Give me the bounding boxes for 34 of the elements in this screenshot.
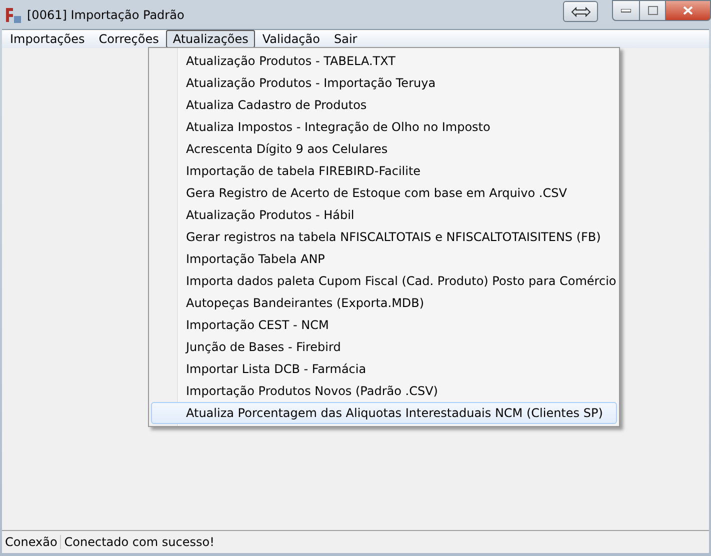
menu-item[interactable]: Atualização Produtos - Importação Teruya [151,72,617,94]
menu-item[interactable]: Acrescenta Dígito 9 aos Celulares [151,138,617,160]
menu-item[interactable]: Atualiza Impostos - Integração de Olho no Imposto [151,116,617,138]
close-button[interactable] [666,0,711,21]
menu-item[interactable]: Atualizações [166,30,256,48]
minimize-icon [621,8,631,12]
app-icon [4,6,22,24]
menu-item[interactable]: Importa dados paleta Cupom Fiscal (Cad. Produto) Posto para Comércio [151,270,617,292]
menu-item[interactable]: Importação CEST - NCM [151,314,617,336]
maximize-button[interactable] [640,0,666,21]
menu-item[interactable]: Importação Tabela ANP [151,248,617,270]
menu-item[interactable]: Correções [92,30,166,48]
status-text: Conectado com sucesso! [63,535,216,549]
menu-item[interactable]: Atualização Produtos - TABELA.TXT [151,50,617,72]
menu-item[interactable]: Gerar registros na tabela NFISCALTOTAIS e NFISCALTOTAISITENS (FB) [151,226,617,248]
close-icon [683,6,693,15]
menu-item[interactable]: Validação [255,30,327,48]
status-label: Conexão [2,535,62,549]
double-arrow-icon [570,6,590,16]
menu-item[interactable]: Atualização Produtos - Hábil [151,204,617,226]
menu-item[interactable]: Importar Lista DCB - Farmácia [151,358,617,380]
menu-item[interactable]: Atualiza Porcentagem das Aliquotas Interestaduais NCM (Clientes SP) [151,402,617,424]
menu-item[interactable]: Importações [3,30,92,48]
menu-item[interactable]: Autopeças Bandeirantes (Exporta.MDB) [151,292,617,314]
menu-item[interactable]: Atualiza Cadastro de Produtos [151,94,617,116]
menu-item[interactable]: Importação de tabela FIREBIRD-Facilite [151,160,617,182]
minimize-button[interactable] [612,0,640,21]
menu-item[interactable]: Sair [326,30,364,48]
swap-button[interactable] [563,1,598,22]
window-title: [0061] Importação Padrão [27,8,184,22]
menu-item[interactable]: Gera Registro de Acerto de Estoque com base em Arquivo .CSV [151,182,617,204]
menu-item[interactable]: Junção de Bases - Firebird [151,336,617,358]
maximize-icon [648,6,658,15]
menu-item[interactable]: Importação Produtos Novos (Padrão .CSV) [151,380,617,402]
